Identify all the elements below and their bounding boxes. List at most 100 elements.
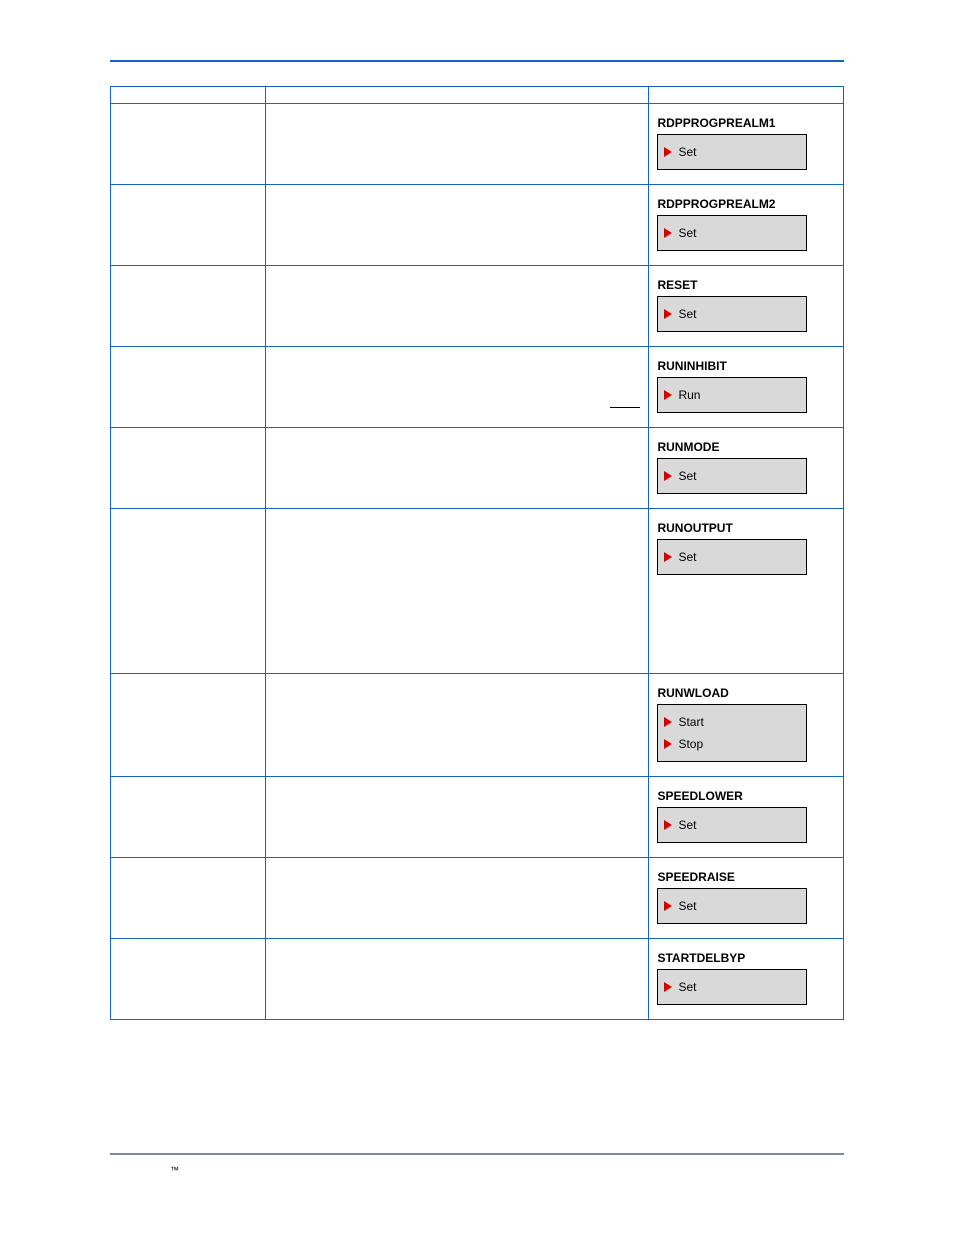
inline-rule xyxy=(610,407,640,408)
block-diagram: RUNMODESet xyxy=(657,440,835,494)
block-pin-label: Set xyxy=(678,980,696,994)
block-box: Set xyxy=(657,458,807,494)
table-row: RUNMODESet xyxy=(111,428,844,509)
param-desc-cell xyxy=(265,87,649,104)
block-pin: Start xyxy=(658,711,806,733)
block-diagram: RUNWLOAD Start Stop xyxy=(657,686,835,762)
param-diagram-cell: RDPPROGPREALM1 Set xyxy=(649,104,844,185)
block-box: Set xyxy=(657,215,807,251)
block-pin: Set xyxy=(658,895,806,917)
param-name-cell xyxy=(111,674,266,777)
block-pin: Stop xyxy=(658,733,806,755)
block-diagram: SPEEDRAISE Set xyxy=(657,870,835,924)
table-row: SPEEDRAISE Set xyxy=(111,858,844,939)
block-box: Set xyxy=(657,969,807,1005)
block-box: Set xyxy=(657,296,807,332)
param-diagram-cell: RUNOUTPUT Set xyxy=(649,509,844,674)
param-name-cell xyxy=(111,347,266,428)
triangle-icon xyxy=(664,739,672,749)
block-diagram: RUNINHIBITRun xyxy=(657,359,835,413)
triangle-icon xyxy=(664,552,672,562)
block-title: SPEEDLOWER xyxy=(657,789,835,803)
param-diagram-cell: RUNWLOAD Start Stop xyxy=(649,674,844,777)
block-pin: Set xyxy=(658,546,806,568)
param-diagram-cell xyxy=(649,87,844,104)
block-box: Run xyxy=(657,377,807,413)
table-row: RDPPROGPREALM1 Set xyxy=(111,104,844,185)
param-diagram-cell: RESET Set xyxy=(649,266,844,347)
block-diagram: RESET Set xyxy=(657,278,835,332)
block-title: RUNOUTPUT xyxy=(657,521,835,535)
block-pin-label: Set xyxy=(678,469,696,483)
param-desc-cell xyxy=(265,674,649,777)
param-name-cell xyxy=(111,509,266,674)
param-name-cell xyxy=(111,185,266,266)
block-title: STARTDELBYP xyxy=(657,951,835,965)
param-name-cell xyxy=(111,104,266,185)
param-desc-cell xyxy=(265,185,649,266)
block-box: Set xyxy=(657,888,807,924)
param-name-cell xyxy=(111,858,266,939)
footer-rule xyxy=(110,1153,844,1155)
table-row: STARTDELBYP Set xyxy=(111,939,844,1020)
param-desc-cell xyxy=(265,777,649,858)
block-pin-label: Set xyxy=(678,818,696,832)
param-desc-cell xyxy=(265,509,649,674)
param-desc-cell xyxy=(265,428,649,509)
page: RDPPROGPREALM1 Set RDPPROGPREALM2 Set RESET S… xyxy=(0,0,954,1235)
block-pin-label: Start xyxy=(678,715,703,729)
param-name-cell xyxy=(111,428,266,509)
table-row xyxy=(111,87,844,104)
block-pin-label: Set xyxy=(678,145,696,159)
block-diagram: RDPPROGPREALM1 Set xyxy=(657,116,835,170)
triangle-icon xyxy=(664,390,672,400)
triangle-icon xyxy=(664,471,672,481)
block-box: Start Stop xyxy=(657,704,807,762)
parameter-table: RDPPROGPREALM1 Set RDPPROGPREALM2 Set RESET S… xyxy=(110,86,844,1020)
table-row: RESET Set xyxy=(111,266,844,347)
block-pin: Set xyxy=(658,465,806,487)
param-desc-cell xyxy=(265,939,649,1020)
block-diagram: SPEEDLOWER Set xyxy=(657,789,835,843)
table-row: RDPPROGPREALM2 Set xyxy=(111,185,844,266)
param-name-cell xyxy=(111,777,266,858)
table-row: RUNWLOAD Start Stop xyxy=(111,674,844,777)
triangle-icon xyxy=(664,717,672,727)
triangle-icon xyxy=(664,228,672,238)
block-pin: Run xyxy=(658,384,806,406)
param-diagram-cell: SPEEDLOWER Set xyxy=(649,777,844,858)
block-pin: Set xyxy=(658,303,806,325)
block-title: RESET xyxy=(657,278,835,292)
block-box: Set xyxy=(657,134,807,170)
param-name-cell xyxy=(111,939,266,1020)
param-diagram-cell: RUNINHIBITRun xyxy=(649,347,844,428)
param-diagram-cell: RUNMODESet xyxy=(649,428,844,509)
block-pin: Set xyxy=(658,222,806,244)
param-desc-cell xyxy=(265,347,649,428)
triangle-icon xyxy=(664,147,672,157)
block-diagram: RDPPROGPREALM2 Set xyxy=(657,197,835,251)
triangle-icon xyxy=(664,982,672,992)
block-pin: Set xyxy=(658,814,806,836)
block-pin-label: Set xyxy=(678,899,696,913)
param-desc-cell xyxy=(265,104,649,185)
param-desc-cell xyxy=(265,266,649,347)
triangle-icon xyxy=(664,309,672,319)
param-diagram-cell: SPEEDRAISE Set xyxy=(649,858,844,939)
block-title: RUNWLOAD xyxy=(657,686,835,700)
block-pin-label: Set xyxy=(678,226,696,240)
block-box: Set xyxy=(657,807,807,843)
table-row: SPEEDLOWER Set xyxy=(111,777,844,858)
trademark-symbol: ™ xyxy=(170,1165,179,1175)
block-title: RDPPROGPREALM1 xyxy=(657,116,835,130)
param-diagram-cell: RDPPROGPREALM2 Set xyxy=(649,185,844,266)
block-title: RDPPROGPREALM2 xyxy=(657,197,835,211)
param-name-cell xyxy=(111,266,266,347)
table-row: RUNINHIBITRun xyxy=(111,347,844,428)
triangle-icon xyxy=(664,820,672,830)
top-rule xyxy=(110,60,844,62)
block-pin-label: Set xyxy=(678,307,696,321)
table-row: RUNOUTPUT Set xyxy=(111,509,844,674)
block-title: SPEEDRAISE xyxy=(657,870,835,884)
block-pin: Set xyxy=(658,141,806,163)
